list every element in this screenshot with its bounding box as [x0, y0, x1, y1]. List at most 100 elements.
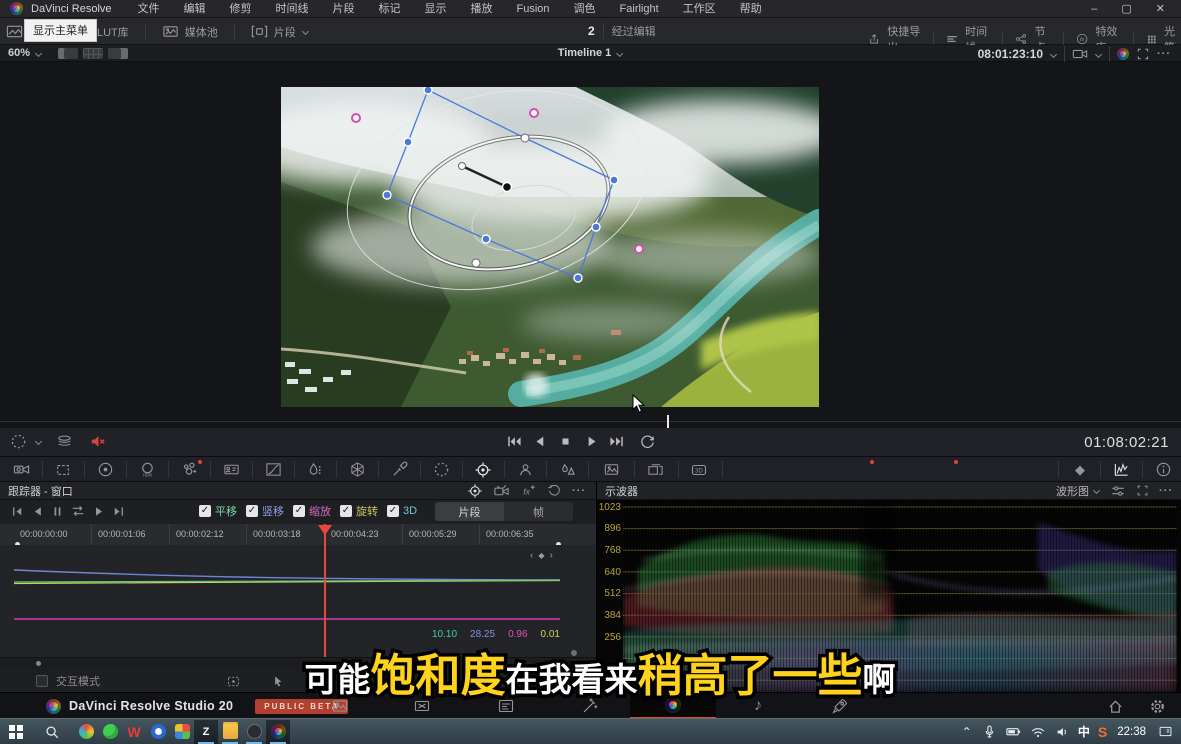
menu-workspace[interactable]: 工作区: [671, 0, 728, 18]
tray-volume-icon[interactable]: [1054, 724, 1070, 740]
tray-ime-indicator[interactable]: 中: [1078, 723, 1090, 740]
color-viewer-icon[interactable]: [1117, 48, 1129, 60]
window-outline-toggle-icon[interactable]: [10, 433, 27, 450]
picker-icon[interactable]: [391, 461, 408, 478]
settings-gear-button[interactable]: [1137, 693, 1177, 719]
taskbar-wps-icon[interactable]: W: [122, 720, 146, 744]
checkbox-3d[interactable]: ✓3D: [387, 505, 417, 517]
chevron-down-icon[interactable]: [616, 50, 623, 57]
camera-source-icon[interactable]: [1072, 46, 1088, 62]
mute-icon[interactable]: [89, 433, 106, 450]
expand-icon[interactable]: [1136, 47, 1150, 61]
taskbar-explorer-icon[interactable]: [218, 720, 242, 744]
tracker-mode-clip-button[interactable]: 片段: [435, 502, 504, 521]
home-button[interactable]: [1095, 693, 1135, 719]
checkbox-zoom[interactable]: ✓缩放: [293, 503, 331, 519]
taskbar-capture-app-icon[interactable]: Z: [194, 720, 218, 744]
tracker-playhead-handle[interactable]: [317, 524, 333, 536]
menu-mark[interactable]: 标记: [367, 0, 413, 18]
color-match-icon[interactable]: [55, 462, 71, 478]
taskbar-wechat-icon[interactable]: [98, 720, 122, 744]
tracker-options-menu-icon[interactable]: ···: [572, 485, 586, 497]
taskbar-obs-icon[interactable]: [242, 720, 266, 744]
scroll-handle-dot[interactable]: [36, 661, 41, 666]
menu-color[interactable]: 调色: [562, 0, 608, 18]
tracker-mode-frame-button[interactable]: 帧: [504, 502, 573, 521]
tray-expand-icon[interactable]: ⌃: [962, 725, 972, 739]
taskbar-search-icon[interactable]: [40, 720, 64, 744]
menu-edit[interactable]: 编辑: [172, 0, 218, 18]
window-maximize-button[interactable]: ▢: [1109, 0, 1143, 18]
layers-icon[interactable]: [56, 433, 73, 450]
view-mode-split-icon[interactable]: [108, 48, 128, 59]
taskbar-browser-icon[interactable]: [74, 720, 98, 744]
tracker-icon[interactable]: [474, 461, 492, 479]
blur-icon[interactable]: [559, 461, 576, 478]
go-to-last-frame-button[interactable]: [609, 433, 626, 450]
stop-button[interactable]: [557, 433, 574, 450]
video-frame[interactable]: [281, 87, 819, 407]
lut-library-button[interactable]: LUT库: [97, 24, 129, 40]
chevron-down-icon[interactable]: [35, 438, 42, 445]
tray-wifi-icon[interactable]: [1030, 724, 1046, 740]
scopes-panel-icon[interactable]: [1113, 461, 1130, 478]
viewer-zoom-level[interactable]: 60%: [8, 47, 30, 59]
tray-notification-icon[interactable]: [1158, 724, 1173, 739]
tracker-ruler[interactable]: 00:00:00:00 00:00:01:06 00:00:02:12 00:0…: [0, 524, 596, 545]
power-window-icon[interactable]: [433, 461, 450, 478]
app-logo-icon[interactable]: [10, 2, 23, 15]
checkbox-rotate[interactable]: ✓旋转: [340, 503, 378, 519]
view-mode-single-icon[interactable]: [58, 48, 78, 59]
go-to-first-frame-button[interactable]: [505, 433, 522, 450]
magic-mask-icon[interactable]: [517, 461, 534, 478]
keyframes-panel-icon[interactable]: ◆: [1075, 462, 1085, 478]
tracker-target-icon[interactable]: [467, 483, 483, 499]
menu-timeline[interactable]: 时间线: [264, 0, 321, 18]
media-pool-icon[interactable]: [162, 23, 179, 40]
media-pool-button[interactable]: 媒体池: [185, 24, 218, 40]
color-wheels-icon[interactable]: [97, 461, 114, 478]
clip-info-icon[interactable]: [223, 461, 240, 478]
start-button[interactable]: [4, 720, 28, 744]
menu-fusion[interactable]: Fusion: [505, 0, 562, 18]
expand-icon[interactable]: [1136, 484, 1149, 497]
tray-battery-icon[interactable]: [1005, 723, 1022, 740]
menu-help[interactable]: 帮助: [728, 0, 774, 18]
track-to-end-button[interactable]: [111, 504, 126, 519]
tray-microphone-icon[interactable]: [982, 724, 997, 739]
info-panel-icon[interactable]: [1155, 461, 1172, 478]
curves-icon[interactable]: [265, 461, 282, 478]
menu-clip[interactable]: 片段: [321, 0, 367, 18]
taskbar-edge-icon[interactable]: [146, 720, 170, 744]
menu-trim[interactable]: 修剪: [218, 0, 264, 18]
scope-mode-selector[interactable]: 波形图: [1056, 483, 1089, 499]
qualifier-icon[interactable]: [307, 461, 324, 478]
camera-raw-icon[interactable]: [13, 461, 30, 478]
clips-button[interactable]: 片段: [274, 24, 296, 40]
camera-3d-track-icon[interactable]: [493, 482, 510, 499]
chevron-down-icon[interactable]: [35, 50, 42, 57]
play-button[interactable]: [583, 433, 600, 450]
hdr-wheels-icon[interactable]: [139, 461, 156, 478]
reset-icon[interactable]: [547, 483, 562, 498]
motion-effects-icon[interactable]: [647, 461, 664, 478]
chevron-down-icon[interactable]: [1095, 51, 1102, 58]
window-minimize-button[interactable]: –: [1079, 0, 1109, 18]
taskbar-store-icon[interactable]: [170, 720, 194, 744]
menu-fairlight[interactable]: Fairlight: [608, 0, 671, 18]
menu-view[interactable]: 显示: [413, 0, 459, 18]
menu-file[interactable]: 文件: [126, 0, 172, 18]
tracker-playhead[interactable]: [324, 524, 326, 657]
menu-playback[interactable]: 播放: [459, 0, 505, 18]
fx-plus-icon[interactable]: [520, 482, 537, 499]
track-to-start-button[interactable]: [10, 504, 25, 519]
pause-tracking-button[interactable]: [50, 504, 65, 519]
track-reverse-button[interactable]: [30, 504, 45, 519]
chevron-down-icon[interactable]: [302, 28, 309, 35]
checkbox-tilt[interactable]: ✓竖移: [246, 503, 284, 519]
viewer-playhead[interactable]: [667, 415, 669, 428]
clips-icon[interactable]: [251, 23, 268, 40]
swap-direction-icon[interactable]: [70, 503, 86, 519]
track-forward-button[interactable]: [91, 504, 106, 519]
interactive-mode-checkbox[interactable]: [36, 675, 48, 687]
